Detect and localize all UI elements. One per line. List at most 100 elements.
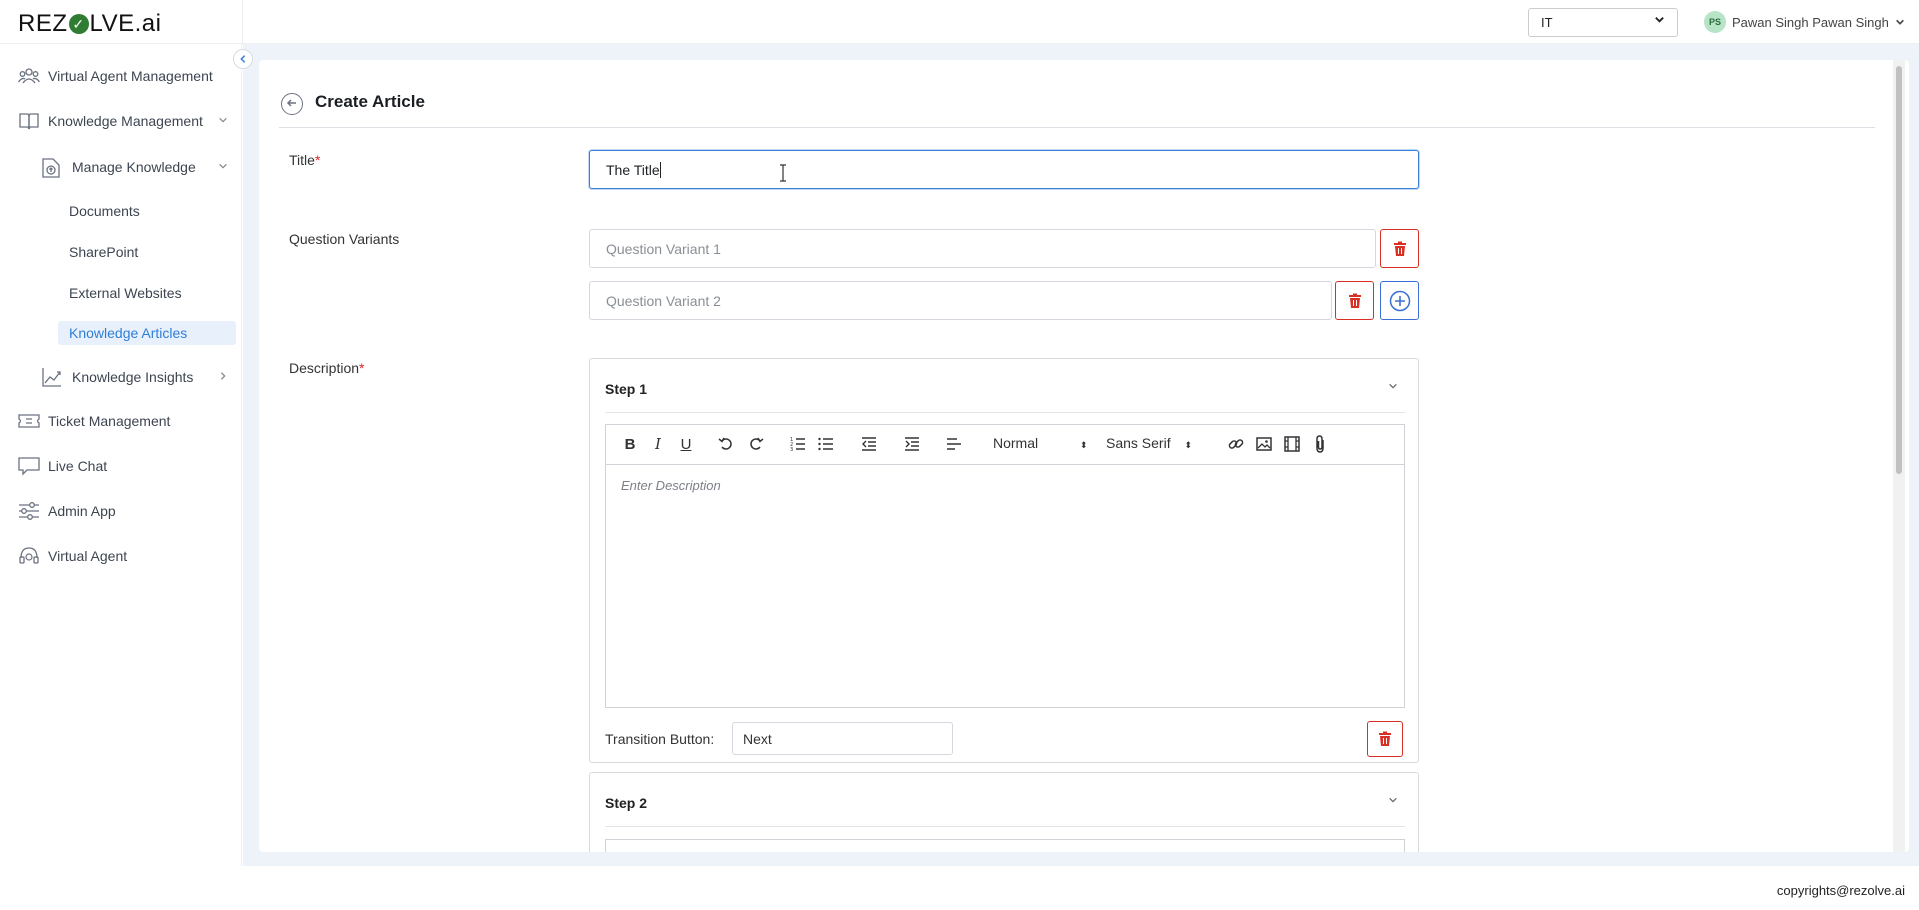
sidebar-item-knowledge-articles[interactable]: Knowledge Articles [58, 321, 236, 345]
ticket-icon [18, 410, 40, 432]
underline-icon[interactable]: U [676, 434, 696, 454]
sidebar-item-admin-app[interactable]: Admin App [0, 496, 242, 526]
updown-arrows-icon: ⬍ [1080, 440, 1088, 450]
sidebar-item-label: Ticket Management [48, 413, 171, 429]
back-arrow-icon[interactable] [281, 93, 303, 115]
align-left-icon[interactable] [944, 434, 964, 454]
sliders-icon [18, 500, 40, 522]
bullet-list-icon[interactable] [816, 434, 836, 454]
rezolve-logo[interactable]: REZ ✓ LVE.ai [18, 10, 161, 38]
user-name: Pawan Singh Pawan Singh [1732, 14, 1889, 30]
i-beam-cursor-icon [778, 164, 788, 187]
sidebar-item-knowledge-insights[interactable]: Knowledge Insights [0, 362, 242, 392]
chevron-left-icon [240, 55, 246, 63]
transition-button-input[interactable]: Next [732, 722, 953, 755]
trash-icon [1393, 241, 1406, 256]
editor-placeholder: Enter Description [621, 478, 721, 493]
main-scrollbar[interactable] [1893, 60, 1905, 852]
delete-step-1-button[interactable] [1367, 721, 1403, 757]
chart-icon [40, 365, 64, 389]
delete-variant-1-button[interactable] [1380, 229, 1419, 268]
chevron-down-icon [1654, 14, 1665, 28]
sidebar-item-external-websites[interactable]: External Websites [58, 281, 236, 305]
add-variant-button[interactable] [1380, 281, 1419, 320]
indent-icon[interactable] [902, 434, 922, 454]
book-icon [18, 110, 40, 132]
chevron-down-icon[interactable] [1388, 795, 1398, 808]
step-2-title: Step 2 [605, 795, 648, 811]
title-divider [279, 127, 1875, 128]
sidebar-item-manage-knowledge[interactable]: Manage Knowledge [0, 152, 242, 182]
bold-icon[interactable]: B [620, 434, 640, 454]
redo-icon[interactable] [746, 434, 766, 454]
step-1-panel: Step 1 B I U 123 Normal ⬍ Sans Serif ⬍ E… [589, 358, 1419, 763]
scrollbar-thumb[interactable] [1896, 66, 1902, 474]
sidebar: Virtual Agent Management Knowledge Manag… [0, 44, 242, 866]
italic-icon[interactable]: I [648, 434, 668, 454]
chevron-right-icon [218, 371, 228, 384]
text-caret [659, 161, 661, 178]
delete-variant-2-button[interactable] [1335, 281, 1374, 320]
sidebar-item-label: Virtual Agent Management [48, 68, 213, 84]
sidebar-item-virtual-agent-management[interactable]: Virtual Agent Management [0, 61, 242, 91]
avatar: PS [1704, 11, 1726, 33]
question-variants-label: Question Variants [289, 231, 400, 247]
heading-select[interactable]: Normal ⬍ [993, 435, 1088, 451]
undo-icon[interactable] [716, 434, 736, 454]
chat-icon [18, 455, 40, 477]
chevron-down-icon[interactable] [1388, 381, 1398, 394]
sidebar-item-virtual-agent[interactable]: Virtual Agent [0, 541, 242, 571]
step-1-rich-text-editor[interactable]: B I U 123 Normal ⬍ Sans Serif ⬍ Enter De… [605, 424, 1405, 708]
headset-icon [18, 545, 40, 567]
sidebar-item-label: Virtual Agent [48, 548, 128, 564]
font-select[interactable]: Sans Serif ⬍ [1106, 435, 1192, 451]
department-select-value: IT [1541, 15, 1553, 30]
editor-toolbar: B I U 123 Normal ⬍ Sans Serif ⬍ [606, 425, 1404, 465]
user-menu[interactable]: PS Pawan Singh Pawan Singh [1704, 11, 1905, 33]
question-variant-1-input[interactable]: Question Variant 1 [589, 229, 1376, 268]
title-input[interactable]: The Title [589, 150, 1419, 189]
plus-circle-icon [1389, 290, 1410, 311]
top-bar: REZ ✓ LVE.ai IT PS Pawan Singh Pawan Singh [0, 0, 1919, 44]
ordered-list-icon[interactable]: 123 [788, 434, 808, 454]
transition-button-label: Transition Button: [605, 731, 715, 747]
department-select[interactable]: IT [1528, 8, 1678, 37]
sidebar-item-label: Knowledge Insights [72, 369, 194, 385]
collapse-sidebar-button[interactable] [233, 49, 253, 69]
users-icon [18, 65, 40, 87]
sidebar-item-label: Admin App [48, 503, 116, 519]
sidebar-item-documents[interactable]: Documents [58, 199, 236, 223]
copyright-text: copyrights@rezolve.ai [1776, 883, 1905, 898]
step-2-panel: Step 2 [589, 772, 1419, 853]
sidebar-item-ticket-management[interactable]: Ticket Management [0, 406, 242, 436]
page-title: Create Article [315, 92, 425, 111]
title-input-value: The Title [606, 161, 660, 178]
sidebar-item-label: Live Chat [48, 458, 108, 474]
upload-icon [38, 154, 64, 180]
step-1-title: Step 1 [605, 381, 648, 397]
question-variant-2-input[interactable]: Question Variant 2 [589, 281, 1332, 320]
attachment-icon[interactable] [1310, 434, 1330, 454]
updown-arrows-icon: ⬍ [1184, 440, 1193, 450]
trash-icon [1379, 731, 1391, 746]
video-icon[interactable] [1282, 434, 1302, 454]
description-label: Description* [289, 360, 365, 376]
outdent-icon[interactable] [859, 434, 879, 454]
check-icon: ✓ [68, 14, 89, 34]
sidebar-item-knowledge-management[interactable]: Knowledge Management [0, 106, 242, 136]
step-1-divider [605, 412, 1405, 413]
sidebar-item-label: Knowledge Management [48, 113, 203, 129]
step-2-divider [605, 826, 1405, 827]
trash-icon [1348, 293, 1361, 308]
svg-text:3: 3 [790, 447, 793, 452]
main-bottom-gutter [243, 852, 1919, 866]
sidebar-item-sharepoint[interactable]: SharePoint [58, 240, 236, 264]
title-label: Title* [289, 152, 321, 168]
sidebar-item-live-chat[interactable]: Live Chat [0, 451, 242, 481]
topbar-divider [242, 0, 243, 44]
image-icon[interactable] [1254, 434, 1274, 454]
chevron-down-icon [218, 161, 228, 174]
sidebar-item-label: Manage Knowledge [72, 159, 196, 175]
step-2-rich-text-editor[interactable] [605, 839, 1405, 853]
link-icon[interactable] [1226, 434, 1246, 454]
